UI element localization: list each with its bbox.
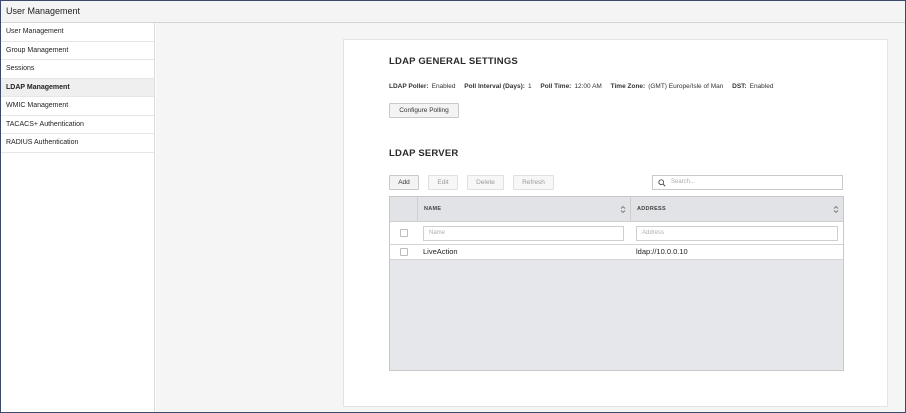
sort-icon[interactable]	[833, 205, 839, 214]
add-button[interactable]: Add	[389, 175, 419, 190]
dst-value: Enabled	[749, 83, 774, 90]
table-header: NAME ADDRESS	[390, 197, 843, 222]
ldap-server-table: NAME ADDRESS Name Address LiveAction lda…	[389, 196, 844, 371]
select-all-checkbox[interactable]	[400, 229, 408, 237]
filter-row: Name Address	[390, 222, 843, 245]
window-title: User Management	[1, 1, 905, 23]
ldap-card: LDAP GENERAL SETTINGS LDAP Poller: Enable…	[343, 39, 888, 407]
poller-label: LDAP Poller:	[389, 83, 429, 90]
row-address: ldap://10.0.0.10	[636, 247, 688, 256]
name-filter-input[interactable]: Name	[423, 226, 624, 241]
sort-icon[interactable]	[620, 205, 626, 214]
row-checkbox[interactable]	[400, 248, 408, 256]
sidebar-item-tacacs-authentication[interactable]: TACACS+ Authentication	[1, 116, 154, 134]
sidebar-item-sessions[interactable]: Sessions	[1, 60, 154, 79]
zone-value: (GMT) Europe/Isle of Man	[648, 83, 724, 90]
dst-label: DST:	[732, 83, 747, 90]
sidebar: User Management Group Management Session…	[1, 23, 155, 412]
general-settings-summary: LDAP Poller: Enabled Poll Interval (Days)…	[389, 83, 780, 90]
interval-value: 1	[527, 83, 532, 90]
column-header-address[interactable]: ADDRESS	[637, 206, 666, 212]
interval-label: Poll Interval (Days):	[464, 83, 525, 90]
edit-button[interactable]: Edit	[428, 175, 458, 190]
table-row[interactable]: LiveAction ldap://10.0.0.10	[390, 245, 843, 260]
sidebar-item-ldap-management[interactable]: LDAP Management	[1, 78, 154, 97]
sidebar-item-radius-authentication[interactable]: RADIUS Authentication	[1, 134, 154, 153]
address-filter-input[interactable]: Address	[636, 226, 838, 241]
main-content: LDAP GENERAL SETTINGS LDAP Poller: Enable…	[156, 23, 905, 412]
sidebar-item-group-management[interactable]: Group Management	[1, 42, 154, 60]
time-label: Poll Time:	[540, 83, 572, 90]
search-placeholder: Search...	[671, 179, 696, 185]
ldap-server-title: LDAP SERVER	[389, 148, 459, 159]
column-header-name[interactable]: NAME	[424, 206, 441, 212]
refresh-button[interactable]: Refresh	[513, 175, 554, 190]
sidebar-item-wmic-management[interactable]: WMIC Management	[1, 97, 154, 116]
delete-button[interactable]: Delete	[467, 175, 504, 190]
zone-label: Time Zone:	[610, 83, 646, 90]
row-name: LiveAction	[423, 247, 458, 256]
search-icon	[658, 179, 666, 187]
time-value: 12:00 AM	[574, 83, 602, 90]
configure-polling-button[interactable]: Configure Polling	[389, 103, 459, 118]
general-settings-title: LDAP GENERAL SETTINGS	[389, 56, 518, 67]
poller-value: Enabled	[431, 83, 456, 90]
sidebar-item-user-management[interactable]: User Management	[1, 23, 154, 42]
search-input[interactable]: Search...	[652, 175, 843, 190]
